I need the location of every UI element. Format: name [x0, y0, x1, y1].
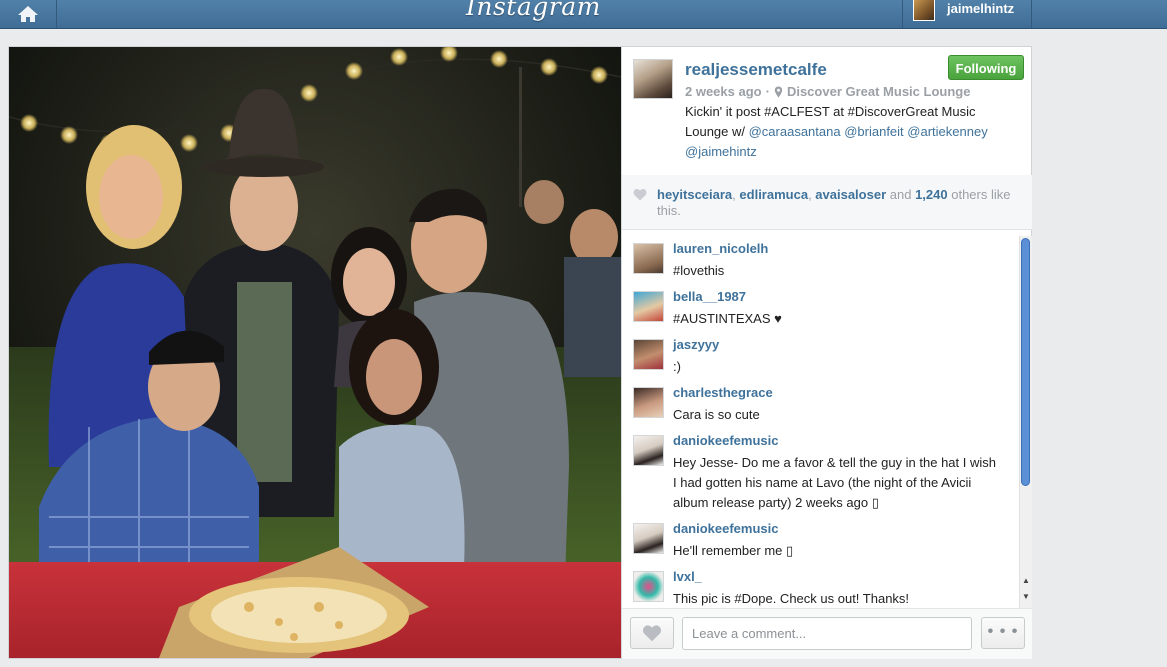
comment-text: #AUSTINTEXAS ♥ — [673, 311, 782, 326]
commenter-avatar[interactable] — [633, 435, 664, 466]
commenter-avatar[interactable] — [633, 339, 664, 370]
scroll-down-arrow[interactable]: ▼ — [1020, 590, 1032, 604]
likes-text: heyitsceiara, edliramuca, avaisaloser an… — [657, 187, 1017, 219]
commenter-avatar[interactable] — [633, 571, 664, 602]
post-meta: 2 weeks ago · Discover Great Music Loung… — [685, 84, 970, 99]
commenter-username[interactable]: lauren_nicolelh — [673, 241, 768, 256]
commenter-avatar[interactable] — [633, 387, 664, 418]
user-menu[interactable]: jaimelhintz — [902, 0, 1032, 28]
scroll-up-arrow[interactable]: ▲ — [1020, 574, 1032, 588]
comment-text: #lovethis — [673, 263, 725, 278]
heart-icon — [643, 625, 661, 642]
comment-text: This pic is #Dope. Check us out! Thanks! — [673, 591, 910, 606]
post-owner-username[interactable]: realjessemetcalfe — [685, 60, 827, 80]
post-details-panel: realjessemetcalfe Following 2 weeks ago … — [621, 47, 1032, 659]
photo-illustration — [9, 47, 621, 658]
like-button[interactable] — [630, 617, 674, 649]
commenter-username[interactable]: daniokeefemusic — [673, 521, 779, 536]
commenter-username[interactable]: charlesthegrace — [673, 385, 773, 400]
comment-composer: • • • — [622, 608, 1032, 659]
likes-count[interactable]: 1,240 — [915, 187, 948, 202]
caption-mention[interactable]: @caraasantana — [749, 124, 841, 139]
post-location[interactable]: Discover Great Music Lounge — [787, 84, 971, 99]
comments-scrollbar[interactable]: ▲ ▼ — [1019, 236, 1032, 608]
comment-text: He'll remember me ▯ — [673, 543, 794, 558]
caption-mention[interactable]: @artiekenney — [907, 124, 987, 139]
comments-list: lauren_nicolelh #lovethis bella__1987 #A… — [622, 232, 1018, 606]
likes-summary: heyitsceiara, edliramuca, avaisaloser an… — [622, 175, 1032, 230]
post-caption: Kickin' it post #ACLFEST at #DiscoverGre… — [685, 102, 1015, 162]
commenter-avatar[interactable] — [633, 291, 664, 322]
liker-username[interactable]: edliramuca — [739, 187, 808, 202]
home-button[interactable] — [0, 0, 57, 28]
current-user-avatar — [913, 0, 935, 21]
comment-text: :) — [673, 359, 681, 374]
post-card: realjessemetcalfe Following 2 weeks ago … — [8, 46, 1032, 659]
comment-input[interactable] — [682, 617, 972, 650]
location-pin-icon — [774, 86, 783, 97]
commenter-username[interactable]: jaszyyy — [673, 337, 719, 352]
commenter-username[interactable]: daniokeefemusic — [673, 433, 779, 448]
post-time[interactable]: 2 weeks ago — [685, 84, 762, 99]
top-navigation-bar: Instagram jaimelhintz — [0, 0, 1167, 29]
caption-mention[interactable]: @brianfeit — [844, 124, 903, 139]
liker-username[interactable]: avaisaloser — [815, 187, 886, 202]
liker-username[interactable]: heyitsceiara — [657, 187, 732, 202]
instagram-logo[interactable]: Instagram — [466, 0, 600, 21]
caption-mention[interactable]: @jaimehintz — [685, 144, 757, 159]
post-owner-avatar[interactable] — [633, 59, 673, 99]
commenter-avatar[interactable] — [633, 523, 664, 554]
scrollbar-thumb[interactable] — [1021, 238, 1030, 486]
current-user-name: jaimelhintz — [947, 0, 1015, 16]
home-icon — [18, 6, 38, 22]
post-photo[interactable] — [9, 47, 621, 658]
following-button[interactable]: Following — [948, 55, 1024, 80]
commenter-username[interactable]: bella__1987 — [673, 289, 746, 304]
comment-text: Hey Jesse- Do me a favor & tell the guy … — [673, 455, 996, 510]
heart-icon — [633, 189, 647, 201]
post-header: realjessemetcalfe Following 2 weeks ago … — [622, 47, 1032, 176]
meta-separator: · — [765, 84, 770, 99]
likes-and: and — [886, 187, 916, 202]
more-options-button[interactable]: • • • — [981, 617, 1025, 649]
commenter-username[interactable]: lvxl_ — [673, 569, 702, 584]
commenter-avatar[interactable] — [633, 243, 664, 274]
comment-text: Cara is so cute — [673, 407, 760, 422]
